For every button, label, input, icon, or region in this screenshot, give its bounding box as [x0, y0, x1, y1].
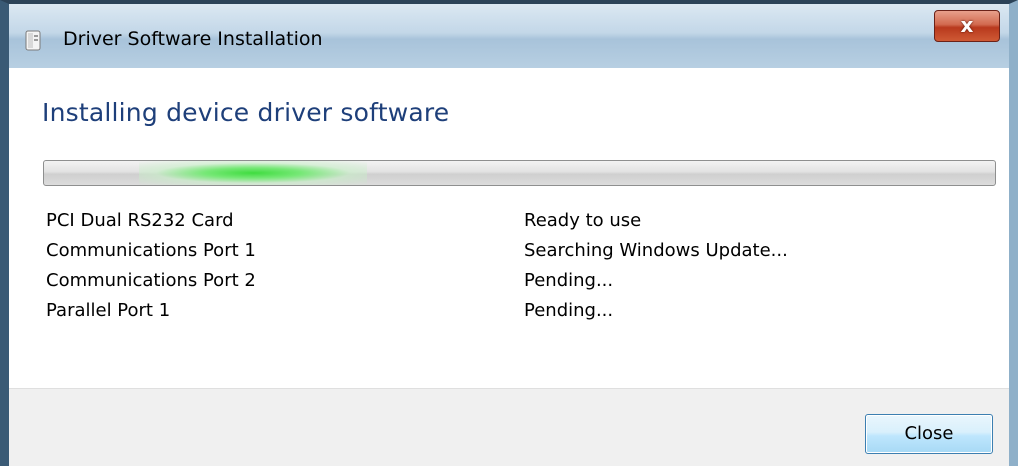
device-name: PCI Dual RS232 Card: [46, 210, 234, 231]
list-item: Communications Port 2 Pending...: [9, 270, 1009, 300]
title-bar[interactable]: Driver Software Installation x: [9, 4, 1009, 68]
page-title: Installing device driver software: [42, 98, 450, 127]
progress-bar: [43, 160, 996, 186]
list-item: Communications Port 1 Searching Windows …: [9, 240, 1009, 270]
driver-install-icon: [23, 28, 45, 52]
close-button[interactable]: Close: [865, 414, 993, 454]
device-name: Communications Port 2: [46, 270, 256, 291]
progress-marquee-glow: [139, 161, 367, 185]
device-name: Parallel Port 1: [46, 300, 171, 321]
device-status: Searching Windows Update...: [524, 240, 788, 261]
dialog-content: Installing device driver software PCI Du…: [9, 68, 1009, 388]
device-status: Pending...: [524, 300, 614, 321]
device-name: Communications Port 1: [46, 240, 256, 261]
close-icon: x: [960, 13, 974, 37]
close-window-button[interactable]: x: [934, 10, 1000, 42]
window-title: Driver Software Installation: [63, 28, 323, 50]
device-status: Pending...: [524, 270, 614, 291]
list-item: Parallel Port 1 Pending...: [9, 300, 1009, 330]
list-item: PCI Dual RS232 Card Ready to use: [9, 210, 1009, 240]
dialog-footer: Close: [9, 388, 1009, 466]
device-status: Ready to use: [524, 210, 642, 231]
